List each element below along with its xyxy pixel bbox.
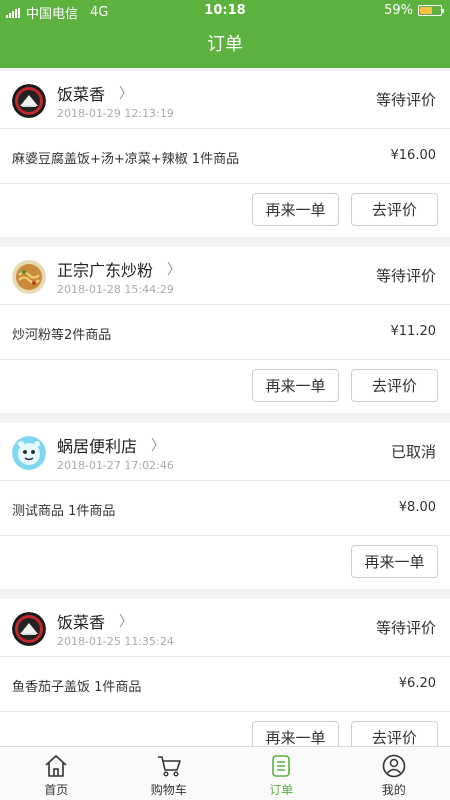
fried-noodles-icon [12, 260, 46, 294]
tab-cart[interactable]: 购物车 [113, 747, 226, 800]
order-header[interactable]: 正宗广东炒粉〉 2018-01-28 15:44:29 等待评价 [0, 247, 450, 305]
tab-label: 订单 [269, 783, 294, 797]
order-status: 等待评价 [375, 91, 436, 109]
review-button[interactable]: 去评价 [351, 193, 438, 226]
cart-icon [157, 756, 181, 777]
reorder-button[interactable]: 再来一单 [252, 369, 339, 402]
order-header[interactable]: 蜗居便利店〉 2018-01-27 17:02:46 已取消 [0, 423, 450, 481]
reorder-button[interactable]: 再来一单 [252, 193, 339, 226]
reorder-button[interactable]: 再来一单 [351, 545, 438, 578]
order-status: 已取消 [390, 443, 436, 461]
order-card: 蜗居便利店〉 2018-01-27 17:02:46 已取消 测试商品 1件商品… [0, 423, 450, 589]
chevron-right-icon: 〉 [151, 438, 166, 454]
order-price: ¥6.20 [398, 676, 436, 691]
tab-label: 首页 [44, 783, 69, 797]
page-title: 订单 [0, 22, 450, 68]
review-button[interactable]: 去评价 [351, 369, 438, 402]
shop-name: 饭菜香 [57, 613, 106, 632]
order-items: 鱼香茄子盖饭 1件商品 [12, 680, 142, 695]
tab-home[interactable]: 首页 [0, 747, 113, 800]
order-card: 饭菜香〉 2018-01-29 12:13:19 等待评价 麻婆豆腐盖饭+汤+凉… [0, 71, 450, 237]
tab-bar: 首页 购物车 订单 我的 [0, 746, 450, 800]
order-items-row[interactable]: 麻婆豆腐盖饭+汤+凉菜+辣椒 1件商品 ¥16.00 [0, 129, 450, 184]
tab-profile[interactable]: 我的 [338, 747, 450, 800]
order-price: ¥8.00 [398, 500, 436, 515]
order-items-row[interactable]: 炒河粉等2件商品 ¥11.20 [0, 305, 450, 360]
orders-icon [272, 755, 291, 777]
shop-name: 蜗居便利店 [57, 437, 138, 456]
tab-label: 我的 [381, 783, 406, 797]
order-time: 2018-01-29 12:13:19 [57, 107, 174, 120]
order-items: 炒河粉等2件商品 [12, 328, 112, 343]
order-time: 2018-01-28 15:44:29 [57, 283, 174, 296]
tab-orders[interactable]: 订单 [225, 747, 338, 800]
order-status: 等待评价 [375, 267, 436, 285]
clock: 10:18 [204, 3, 246, 18]
chevron-right-icon: 〉 [167, 262, 182, 278]
shop-name: 饭菜香 [57, 85, 106, 104]
shop-name: 正宗广东炒粉 [57, 261, 154, 280]
order-items: 麻婆豆腐盖饭+汤+凉菜+辣椒 1件商品 [12, 152, 240, 167]
order-time: 2018-01-27 17:02:46 [57, 459, 174, 472]
tab-label: 购物车 [150, 783, 187, 797]
order-card: 饭菜香〉 2018-01-25 11:35:24 等待评价 鱼香茄子盖饭 1件商… [0, 599, 450, 746]
order-price: ¥16.00 [390, 148, 437, 163]
profile-icon [382, 754, 406, 778]
battery-percent: 59% [384, 3, 413, 18]
order-header[interactable]: 饭菜香〉 2018-01-29 12:13:19 等待评价 [0, 71, 450, 129]
order-header[interactable]: 饭菜香〉 2018-01-25 11:35:24 等待评价 [0, 599, 450, 657]
order-items: 测试商品 1件商品 [12, 504, 116, 519]
reorder-button[interactable]: 再来一单 [252, 721, 339, 746]
order-card: 正宗广东炒粉〉 2018-01-28 15:44:29 等待评价 炒河粉等2件商… [0, 247, 450, 413]
chevron-right-icon: 〉 [119, 86, 134, 102]
restaurant-logo-icon [12, 84, 46, 118]
order-status: 等待评价 [375, 619, 436, 637]
order-items-row[interactable]: 测试商品 1件商品 ¥8.00 [0, 481, 450, 536]
battery-icon [418, 5, 444, 16]
status-bar: 中国电信 4G 10:18 59% [0, 0, 450, 22]
chevron-right-icon: 〉 [119, 614, 134, 630]
restaurant-logo-icon [12, 612, 46, 646]
review-button[interactable]: 去评价 [351, 721, 438, 746]
store-mascot-icon [12, 436, 46, 470]
order-price: ¥11.20 [390, 324, 437, 339]
order-time: 2018-01-25 11:35:24 [57, 635, 174, 648]
order-items-row[interactable]: 鱼香茄子盖饭 1件商品 ¥6.20 [0, 657, 450, 712]
home-icon [45, 755, 67, 777]
order-list: 饭菜香〉 2018-01-29 12:13:19 等待评价 麻婆豆腐盖饭+汤+凉… [0, 68, 450, 746]
